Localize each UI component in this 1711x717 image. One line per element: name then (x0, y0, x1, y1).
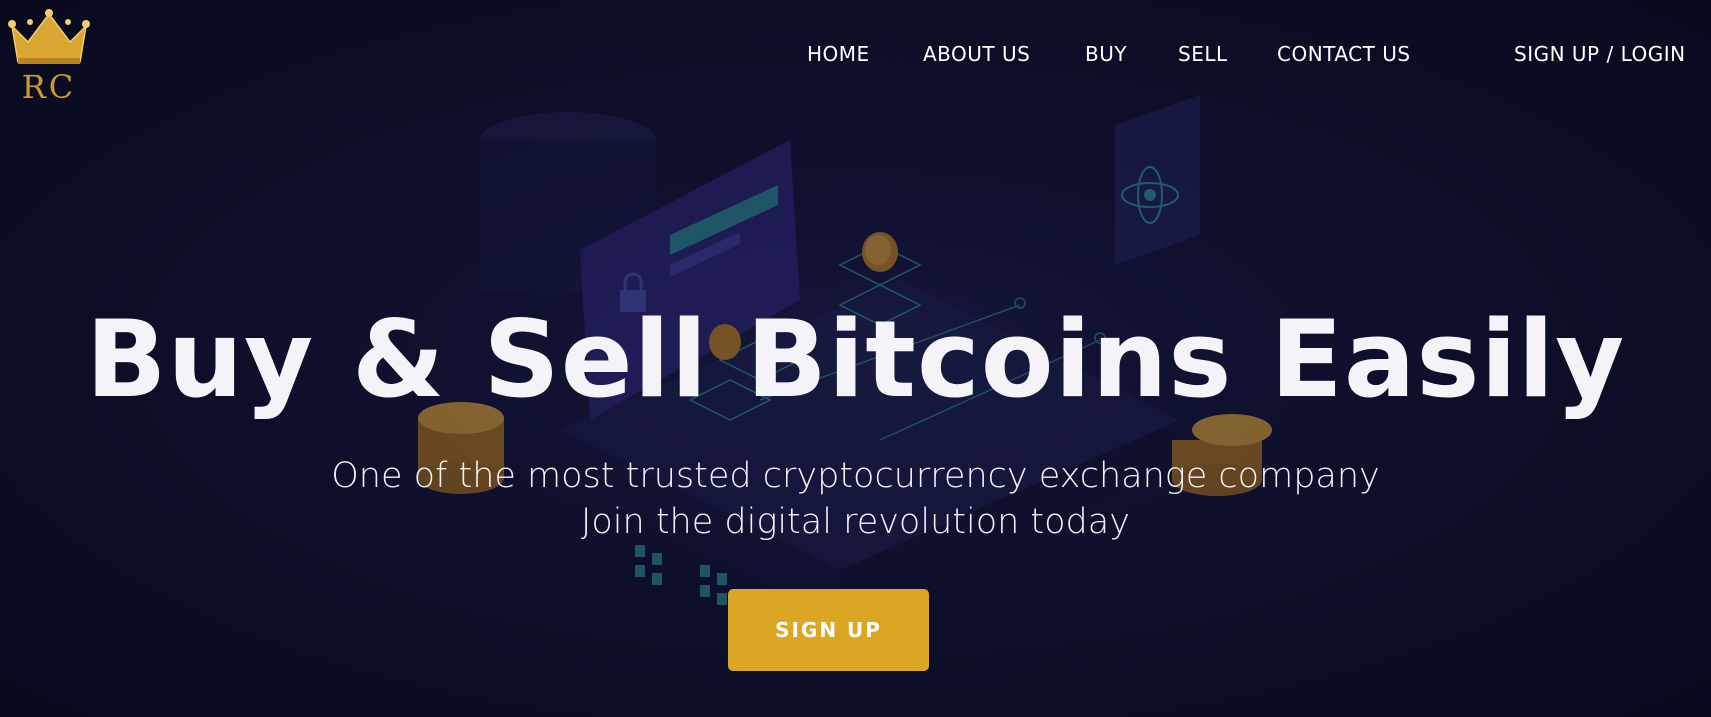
main-nav: HOME ABOUT US BUY SELL CONTACT US SIGN U… (0, 42, 1711, 74)
nav-sell-link[interactable]: SELL (1178, 42, 1228, 66)
hero-subtitle-line2: Join the digital revolution today (581, 502, 1130, 542)
hero-title: Buy & Sell Bitcoins Easily (85, 298, 1626, 421)
nav-buy-link[interactable]: BUY (1085, 42, 1127, 66)
nav-signup-login-link[interactable]: SIGN UP / LOGIN (1514, 42, 1686, 66)
nav-home-link[interactable]: HOME (807, 42, 870, 66)
nav-contact-link[interactable]: CONTACT US (1277, 42, 1411, 66)
landing-page: RC HOME ABOUT US BUY SELL CONTACT US SIG… (0, 0, 1711, 717)
atom-card (1115, 95, 1200, 265)
signup-button[interactable]: SIGN UP (728, 589, 929, 671)
nav-about-link[interactable]: ABOUT US (923, 42, 1030, 66)
hero-subtitle-line1: One of the most trusted cryptocurrency e… (331, 456, 1380, 496)
bitcoin-coin-icon (862, 232, 898, 272)
